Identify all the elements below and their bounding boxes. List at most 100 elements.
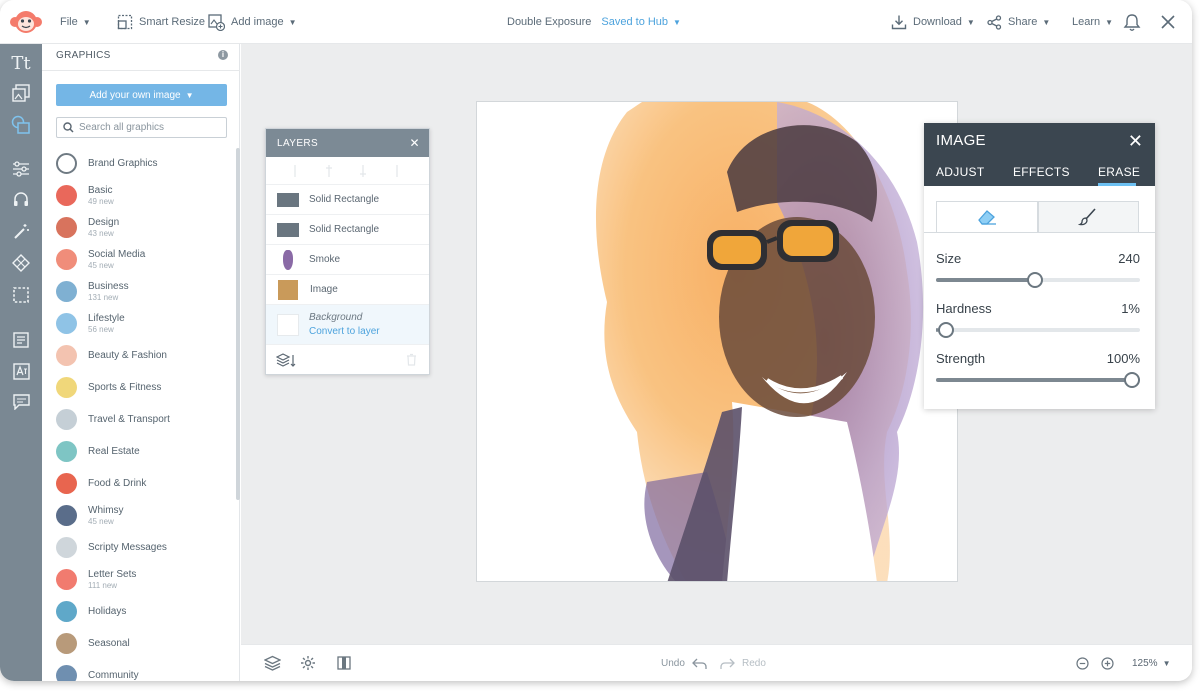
convert-to-layer-link[interactable]: Convert to layer xyxy=(309,326,380,337)
info-icon[interactable]: i xyxy=(218,50,228,60)
category-item[interactable]: Whimsy 45 new xyxy=(56,502,236,528)
chevron-down-icon: ▼ xyxy=(966,17,975,27)
resize-icon xyxy=(117,14,133,30)
chevron-down-icon: ▼ xyxy=(1042,17,1051,27)
background-layer-row[interactable]: Background Convert to layer xyxy=(266,305,429,345)
tab-effects[interactable]: EFFECTS xyxy=(1013,165,1070,179)
add-image-button[interactable]: Add image ▼ xyxy=(208,0,297,44)
comment-tool-icon[interactable] xyxy=(9,391,33,413)
background-layer-label: Background xyxy=(309,312,363,323)
brush-tool-tab[interactable] xyxy=(1037,201,1139,233)
download-button[interactable]: Download ▼ xyxy=(891,0,975,44)
zoom-in-icon[interactable] xyxy=(1101,657,1114,670)
artboard[interactable] xyxy=(476,101,958,582)
layers-icon[interactable] xyxy=(264,655,281,671)
add-your-own-image-label: Add your own image xyxy=(89,89,181,101)
trash-icon[interactable] xyxy=(406,353,417,366)
image-tool-icon[interactable] xyxy=(9,82,33,104)
hardness-slider-track[interactable] xyxy=(936,322,1140,338)
text-tool-icon[interactable]: Tt xyxy=(9,52,33,74)
save-status[interactable]: Saved to Hub ▼ xyxy=(601,16,681,28)
hardness-slider[interactable]: Hardness 1% xyxy=(936,301,1140,338)
layer-row[interactable]: Solid Rectangle xyxy=(266,215,429,245)
document-title[interactable]: Double Exposure xyxy=(507,16,591,28)
hardness-slider-handle[interactable] xyxy=(937,322,954,338)
zoom-level-dropdown[interactable]: 125% ▼ xyxy=(1132,645,1171,681)
category-item[interactable]: Sports & Fitness xyxy=(56,374,236,400)
adjust-tool-icon[interactable] xyxy=(9,158,33,180)
category-item[interactable]: Social Media 45 new xyxy=(56,246,236,272)
category-item[interactable]: Brand Graphics xyxy=(56,150,236,176)
category-text: Beauty & Fashion xyxy=(88,350,167,361)
layers-panel-header[interactable]: LAYERS ✕ xyxy=(266,129,429,157)
file-menu[interactable]: File ▼ xyxy=(60,0,91,44)
tab-erase[interactable]: ERASE xyxy=(1098,165,1140,179)
category-item[interactable]: Business 131 new xyxy=(56,278,236,304)
zoom-out-icon[interactable] xyxy=(1076,657,1089,670)
smart-resize-button[interactable]: Smart Resize xyxy=(117,0,205,44)
frame-tool-icon[interactable] xyxy=(9,284,33,306)
category-new-count: 111 new xyxy=(88,580,118,590)
graphics-tool-icon[interactable] xyxy=(9,114,33,136)
category-item[interactable]: Letter Sets 111 new xyxy=(56,566,236,592)
template-tool-icon[interactable] xyxy=(9,329,33,351)
category-text: Holidays xyxy=(88,606,126,617)
size-slider-handle[interactable] xyxy=(1027,272,1044,288)
close-icon[interactable]: ✕ xyxy=(410,136,420,150)
add-your-own-image-button[interactable]: Add your own image ▼ xyxy=(56,84,227,106)
layer-row[interactable]: Smoke xyxy=(266,245,429,275)
page-panel-icon[interactable] xyxy=(337,655,351,671)
graphics-panel-title: GRAPHICS xyxy=(56,50,111,61)
learn-menu[interactable]: Learn ▼ xyxy=(1072,0,1113,44)
search-graphics-field[interactable]: Search all graphics xyxy=(56,117,227,138)
category-name: Real Estate xyxy=(88,445,140,457)
category-item[interactable]: Design 43 new xyxy=(56,214,236,240)
panel-scrollbar[interactable] xyxy=(236,148,240,500)
wand-tool-icon[interactable] xyxy=(9,221,33,243)
eraser-tool-tab[interactable] xyxy=(936,201,1038,233)
layer-order-icon[interactable] xyxy=(276,352,296,368)
headset-tool-icon[interactable] xyxy=(9,189,33,211)
strength-slider-track[interactable] xyxy=(936,372,1140,388)
layer-row[interactable]: Solid Rectangle xyxy=(266,185,429,215)
strength-slider-handle[interactable] xyxy=(1124,372,1140,388)
double-exposure-artwork[interactable] xyxy=(477,102,958,582)
translate-tool-icon[interactable] xyxy=(9,360,33,382)
category-item[interactable]: Community xyxy=(56,662,236,681)
category-item[interactable]: Beauty & Fashion xyxy=(56,342,236,368)
category-item[interactable]: Seasonal xyxy=(56,630,236,656)
category-item[interactable]: Basic 49 new xyxy=(56,182,236,208)
category-thumbnail-icon xyxy=(56,152,77,174)
save-status-label: Saved to Hub xyxy=(601,16,669,28)
redo-label: Redo xyxy=(742,658,766,669)
close-icon[interactable]: ✕ xyxy=(1128,131,1143,152)
category-item[interactable]: Lifestyle 56 new xyxy=(56,310,236,336)
category-text: Whimsy 45 new xyxy=(88,505,124,526)
category-item[interactable]: Holidays xyxy=(56,598,236,624)
category-item[interactable]: Scripty Messages xyxy=(56,534,236,560)
category-item[interactable]: Real Estate xyxy=(56,438,236,464)
share-button[interactable]: Share ▼ xyxy=(987,0,1050,44)
layer-row[interactable]: Image xyxy=(266,275,429,305)
redo-button[interactable]: Redo xyxy=(720,645,766,681)
texture-tool-icon[interactable] xyxy=(9,252,33,274)
category-item[interactable]: Food & Drink xyxy=(56,470,236,496)
close-icon[interactable] xyxy=(1161,15,1175,29)
undo-button[interactable]: Undo xyxy=(661,645,707,681)
size-slider-track[interactable] xyxy=(936,272,1140,288)
download-icon xyxy=(891,15,907,30)
category-name: Social Media xyxy=(88,248,146,260)
bell-icon[interactable] xyxy=(1123,13,1141,32)
tab-adjust[interactable]: ADJUST xyxy=(936,165,984,179)
size-slider[interactable]: Size 240 xyxy=(936,251,1140,288)
category-text: Scripty Messages xyxy=(88,542,167,553)
smart-resize-label: Smart Resize xyxy=(139,16,206,28)
category-thumbnail-icon xyxy=(56,184,77,206)
settings-gear-icon[interactable] xyxy=(300,655,316,671)
category-new-count: 45 new xyxy=(88,516,114,526)
image-properties-panel: IMAGE ✕ ADJUST EFFECTS ERASE Size 240 Har… xyxy=(924,123,1155,409)
monkey-logo-icon[interactable] xyxy=(9,9,43,35)
strength-slider[interactable]: Strength 100% xyxy=(936,351,1140,388)
category-item[interactable]: Travel & Transport xyxy=(56,406,236,432)
layer-label: Image xyxy=(310,284,338,295)
